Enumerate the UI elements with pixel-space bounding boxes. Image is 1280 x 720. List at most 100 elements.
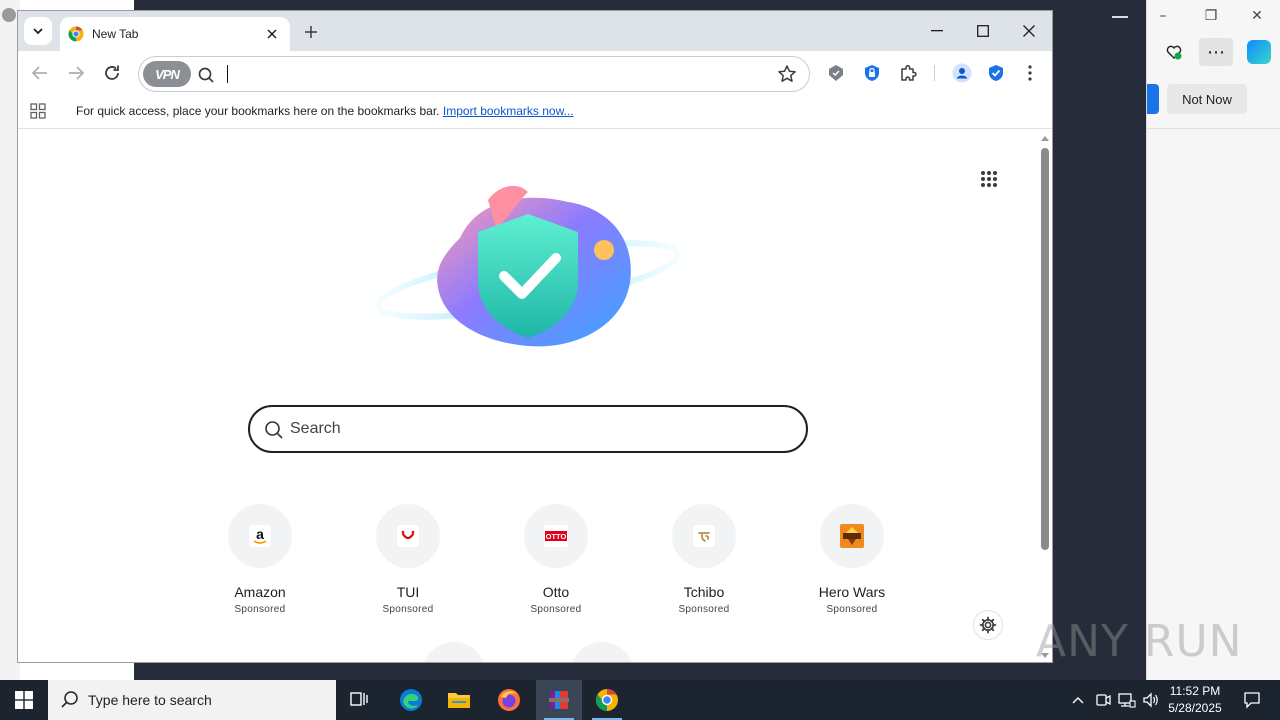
tile-partial-2[interactable] xyxy=(570,642,634,662)
chevron-down-icon xyxy=(33,28,43,35)
tui-logo-icon xyxy=(376,504,440,568)
apps-grid-icon[interactable] xyxy=(30,103,46,119)
toolbar-separator xyxy=(934,65,935,81)
copilot-icon[interactable] xyxy=(1247,40,1271,64)
tile-sponsored: Sponsored xyxy=(234,604,286,615)
text-caret xyxy=(227,65,228,83)
taskbar-clock[interactable]: 11:52 PM 5/28/2025 xyxy=(1162,683,1228,717)
reload-icon[interactable] xyxy=(98,59,126,87)
anyrun-watermark: ANY RUN xyxy=(1036,616,1240,667)
forward-arrow-icon[interactable] xyxy=(62,59,90,87)
edge-taskbar-icon[interactable] xyxy=(388,680,434,720)
tile-name: Amazon xyxy=(234,584,286,600)
tray-chevron-up-icon[interactable] xyxy=(1068,680,1088,720)
address-bar[interactable]: VPN xyxy=(138,56,810,92)
tile-name: Hero Wars xyxy=(818,584,886,600)
menu-kebab-icon[interactable] xyxy=(1020,63,1040,83)
scrollbar-thumb[interactable] xyxy=(1041,148,1049,550)
bookmarks-hint: For quick access, place your bookmarks h… xyxy=(76,104,574,118)
search-icon xyxy=(265,421,283,439)
tile-amazon[interactable]: a Amazon Sponsored xyxy=(190,504,330,616)
notification-center-icon[interactable] xyxy=(1232,680,1272,720)
windows-start-icon[interactable] xyxy=(0,680,48,720)
tab-new-tab[interactable]: New Tab xyxy=(60,17,290,51)
bookmark-star-icon[interactable] xyxy=(777,64,797,84)
tab-close-icon[interactable] xyxy=(262,24,282,44)
tile-partial-1[interactable] xyxy=(422,642,486,662)
browser-taskbar-icon[interactable] xyxy=(584,680,630,720)
window-maximize-icon[interactable] xyxy=(960,17,1006,45)
back-arrow-icon[interactable] xyxy=(26,59,54,87)
not-now-button[interactable]: Not Now xyxy=(1167,84,1247,114)
browser-favicon-icon xyxy=(68,26,84,42)
address-input[interactable] xyxy=(231,63,751,85)
tile-otto[interactable]: OTTO Otto Sponsored xyxy=(486,504,626,616)
tile-tui[interactable]: TUI Sponsored xyxy=(338,504,478,616)
edge-background-window: – ❐ ✕ ⋯ Not Now xyxy=(1146,0,1280,680)
search-icon xyxy=(198,67,214,83)
security-shield-icon[interactable] xyxy=(986,63,1006,83)
svg-text:OTTO: OTTO xyxy=(546,532,567,541)
tile-hero-wars[interactable]: Hero Wars Sponsored xyxy=(782,504,922,616)
window-minimize-icon[interactable] xyxy=(914,17,960,45)
tchibo-logo-icon xyxy=(672,504,736,568)
file-explorer-icon[interactable] xyxy=(436,680,482,720)
edge-restore-icon[interactable]: ❐ xyxy=(1201,8,1221,24)
hero-wars-logo-icon xyxy=(820,504,884,568)
new-tab-search-box[interactable] xyxy=(248,405,808,453)
edge-close-icon[interactable]: ✕ xyxy=(1247,8,1267,24)
edge-divider xyxy=(1147,128,1280,129)
clock-date: 5/28/2025 xyxy=(1168,701,1222,715)
page-scrollbar[interactable] xyxy=(1038,130,1052,662)
edge-minimize-icon[interactable]: – xyxy=(1153,8,1173,24)
amazon-logo-icon: a xyxy=(228,504,292,568)
tile-name: TUI xyxy=(396,584,420,600)
tile-sponsored: Sponsored xyxy=(530,604,582,615)
svg-text:a: a xyxy=(256,526,264,542)
tile-sponsored: Sponsored xyxy=(382,604,434,615)
tab-strip: New Tab xyxy=(18,11,1052,51)
new-tab-search-input[interactable] xyxy=(290,417,770,441)
vpn-button[interactable]: VPN xyxy=(143,61,191,87)
apps-launcher-icon[interactable] xyxy=(980,170,998,188)
profile-avatar-icon[interactable] xyxy=(952,63,972,83)
edge-primary-button[interactable] xyxy=(1147,84,1159,114)
edge-toolbar: ⋯ xyxy=(1147,36,1280,68)
import-bookmarks-link[interactable]: Import bookmarks now... xyxy=(443,104,574,118)
shield-extension-icon[interactable] xyxy=(826,63,846,83)
firefox-icon[interactable] xyxy=(486,680,532,720)
window-close-icon[interactable] xyxy=(1006,17,1052,45)
edge-more-icon[interactable]: ⋯ xyxy=(1199,38,1233,66)
tile-sponsored: Sponsored xyxy=(826,604,878,615)
scroll-up-arrow-icon[interactable] xyxy=(1041,136,1049,141)
bookmarks-bar: For quick access, place your bookmarks h… xyxy=(18,95,1052,129)
edge-health-icon[interactable] xyxy=(1157,38,1191,66)
new-tab-page: a Amazon Sponsored TUI Sponsored OTTO Ot… xyxy=(18,130,1040,662)
otto-logo-icon: OTTO xyxy=(524,504,588,568)
new-tab-plus-icon[interactable] xyxy=(300,21,322,43)
tray-volume-icon[interactable] xyxy=(1140,680,1162,720)
winrar-taskbar-icon[interactable] xyxy=(536,680,582,720)
security-shield-illustration xyxy=(375,185,681,347)
background-minimize-icon[interactable] xyxy=(1112,16,1128,18)
browser-toolbar: VPN xyxy=(18,51,1052,95)
customize-gear-icon[interactable] xyxy=(973,610,1003,640)
taskbar-search-box[interactable]: Type here to search xyxy=(48,680,336,720)
tab-title: New Tab xyxy=(92,27,139,41)
windows-taskbar: Type here to search 11:52 PM 5/28/2025 xyxy=(0,680,1280,720)
search-icon xyxy=(61,691,78,708)
background-window-icon xyxy=(2,8,16,22)
extensions-puzzle-icon[interactable] xyxy=(898,63,918,83)
bookmarks-hint-text: For quick access, place your bookmarks h… xyxy=(76,104,440,118)
tile-name: Otto xyxy=(542,584,570,600)
tile-tchibo[interactable]: Tchibo Sponsored xyxy=(634,504,774,616)
tab-search-button[interactable] xyxy=(24,17,52,45)
tile-sponsored: Sponsored xyxy=(678,604,730,615)
tray-network-icon[interactable] xyxy=(1116,680,1138,720)
svg-text:ANY RUN: ANY RUN xyxy=(1036,616,1240,667)
lock-shield-extension-icon[interactable] xyxy=(862,63,882,83)
task-view-icon[interactable] xyxy=(336,680,382,720)
tile-name: Tchibo xyxy=(683,584,725,600)
clock-time: 11:52 PM xyxy=(1169,684,1221,698)
tray-meet-icon[interactable] xyxy=(1092,680,1114,720)
